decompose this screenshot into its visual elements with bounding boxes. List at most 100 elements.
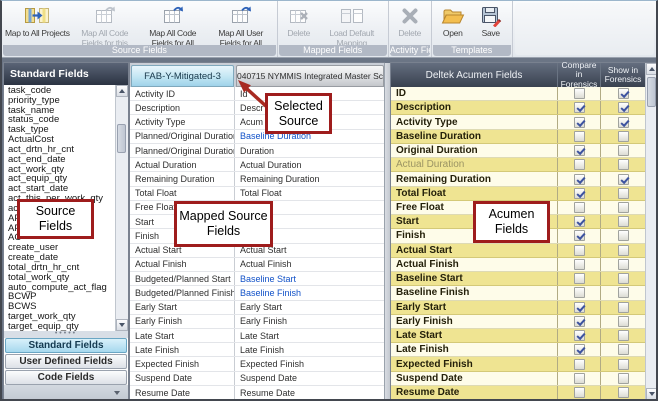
show-checkbox[interactable] <box>618 102 629 113</box>
compare-checkbox[interactable] <box>574 216 585 227</box>
show-checkbox[interactable] <box>618 330 629 341</box>
mapped-source-field-cell[interactable]: Planned/Original Duration <box>130 144 235 157</box>
show-checkbox[interactable] <box>618 174 629 185</box>
show-checkbox[interactable] <box>618 159 629 170</box>
map-user-fields-all-button[interactable]: Map All User Fields for All Projects <box>207 2 275 48</box>
mapped-source-field-cell-2[interactable]: Total Float <box>235 187 384 200</box>
mapped-source-field-cell-2[interactable]: Baseline Finish <box>235 286 384 299</box>
show-checkbox[interactable] <box>618 131 629 142</box>
mapped-source-field-cell[interactable]: Budgeted/Planned Start <box>130 272 235 285</box>
mapped-source-field-cell-2[interactable]: Baseline Start <box>235 272 384 285</box>
compare-checkbox[interactable] <box>574 88 585 99</box>
show-checkbox[interactable] <box>618 273 629 284</box>
show-checkbox[interactable] <box>618 359 629 370</box>
compare-checkbox[interactable] <box>574 145 585 156</box>
compare-checkbox[interactable] <box>574 302 585 313</box>
mapped-source-field-cell[interactable]: Remaining Duration <box>130 172 235 185</box>
mapped-source-field-cell[interactable]: Total Float <box>130 187 235 200</box>
mapped-source-field-cell-2[interactable]: Actual Duration <box>235 158 384 171</box>
compare-checkbox[interactable] <box>574 273 585 284</box>
panel-splitter-handle[interactable]: ••••• <box>4 331 128 338</box>
show-checkbox[interactable] <box>618 387 629 398</box>
mapped-source-field-cell-2[interactable]: Resume Date <box>235 386 384 399</box>
acumen-grid-scrollbar[interactable] <box>645 63 658 400</box>
vertical-splitter[interactable] <box>384 63 391 400</box>
acumen-field-name: Early Finish <box>391 315 557 328</box>
mapped-source-field-cell[interactable]: Expected Finish <box>130 357 235 370</box>
compare-checkbox[interactable] <box>574 202 585 213</box>
sidebar-tab-user-defined-fields[interactable]: User Defined Fields <box>5 354 127 369</box>
compare-checkbox[interactable] <box>574 373 585 384</box>
show-checkbox[interactable] <box>618 145 629 156</box>
mapped-source-field-cell-2[interactable]: Remaining Duration <box>235 172 384 185</box>
compare-checkbox[interactable] <box>574 387 585 398</box>
mapped-source-field-cell[interactable]: Late Finish <box>130 343 235 356</box>
show-checkbox[interactable] <box>618 88 629 99</box>
compare-checkbox[interactable] <box>574 117 585 128</box>
compare-checkbox[interactable] <box>574 230 585 241</box>
chevron-down-icon[interactable] <box>114 391 120 395</box>
compare-checkbox[interactable] <box>574 316 585 327</box>
compare-checkbox[interactable] <box>574 159 585 170</box>
mapped-source-field-cell[interactable]: Early Finish <box>130 315 235 328</box>
map-code-fields-all-button[interactable]: Map All Code Fields for All Projects <box>139 2 207 48</box>
mapped-source-field-cell-2[interactable]: Duration <box>235 144 384 157</box>
mapped-source-field-cell-2[interactable]: Late Start <box>235 329 384 342</box>
source-list-scrollbar[interactable] <box>115 85 128 331</box>
map-to-all-projects-button[interactable]: Map to All Projects <box>4 2 71 39</box>
mapped-source-field-cell-2[interactable]: Expected Finish <box>235 357 384 370</box>
compare-checkbox[interactable] <box>574 287 585 298</box>
compare-checkbox[interactable] <box>574 344 585 355</box>
mapped-source-field-cell-2[interactable]: Early Finish <box>235 315 384 328</box>
mapped-source-field-cell[interactable]: Description <box>130 101 235 114</box>
mapped-source-field-cell[interactable]: Activity Type <box>130 115 235 128</box>
mapped-source-field-cell[interactable]: Early Start <box>130 301 235 314</box>
show-checkbox[interactable] <box>618 230 629 241</box>
scroll-down-arrow-icon[interactable] <box>646 388 658 400</box>
mapped-source-field-cell[interactable]: Planned/Original Duration <box>130 130 235 143</box>
show-checkbox[interactable] <box>618 202 629 213</box>
mapped-source-field-cell[interactable]: Actual Finish <box>130 258 235 271</box>
scroll-up-arrow-icon[interactable] <box>646 63 658 75</box>
save-template-button[interactable]: Save <box>472 2 510 39</box>
scroll-up-arrow-icon[interactable] <box>116 85 128 97</box>
show-checkbox[interactable] <box>618 344 629 355</box>
compare-checkbox[interactable] <box>574 131 585 142</box>
acumen-field-name: Suspend Date <box>391 372 557 385</box>
mapped-source-field-cell-2[interactable]: Suspend Date <box>235 372 384 385</box>
mapped-source-field-cell[interactable]: Resume Date <box>130 386 235 399</box>
compare-checkbox[interactable] <box>574 359 585 370</box>
mapped-source-field-cell-2[interactable]: Actual Finish <box>235 258 384 271</box>
show-checkbox[interactable] <box>618 373 629 384</box>
tab-selected-source-project[interactable]: FAB-Y-Mitigated-3 <box>131 65 234 87</box>
show-checkbox[interactable] <box>618 316 629 327</box>
sidebar-tab-code-fields[interactable]: Code Fields <box>5 370 127 385</box>
show-checkbox[interactable] <box>618 117 629 128</box>
show-checkbox[interactable] <box>618 216 629 227</box>
tab-other-source-project[interactable]: 040715 NYMMIS Integrated Master Schedule <box>236 65 384 87</box>
mapped-source-field-cell-2[interactable]: Late Finish <box>235 343 384 356</box>
scrollbar-thumb[interactable] <box>117 124 126 153</box>
compare-checkbox[interactable] <box>574 188 585 199</box>
compare-checkbox[interactable] <box>574 245 585 256</box>
show-checkbox[interactable] <box>618 245 629 256</box>
mapped-source-field-cell-2[interactable]: Early Start <box>235 301 384 314</box>
compare-checkbox[interactable] <box>574 259 585 270</box>
open-template-button[interactable]: Open <box>434 2 472 39</box>
scroll-down-arrow-icon[interactable] <box>116 319 128 331</box>
scrollbar-thumb[interactable] <box>647 77 656 107</box>
mapped-source-field-cell[interactable]: Actual Duration <box>130 158 235 171</box>
show-checkbox[interactable] <box>618 188 629 199</box>
show-checkbox[interactable] <box>618 259 629 270</box>
mapped-source-field-cell[interactable]: Activity ID <box>130 87 235 100</box>
mapped-source-field-cell[interactable]: Late Start <box>130 329 235 342</box>
compare-checkbox[interactable] <box>574 174 585 185</box>
show-checkbox[interactable] <box>618 302 629 313</box>
compare-checkbox[interactable] <box>574 102 585 113</box>
mapped-source-field-cell[interactable]: Suspend Date <box>130 372 235 385</box>
compare-checkbox[interactable] <box>574 330 585 341</box>
sidebar-tab-standard-fields[interactable]: Standard Fields <box>5 338 127 353</box>
show-checkbox[interactable] <box>618 287 629 298</box>
mapped-source-field-cell[interactable]: Budgeted/Planned Finish <box>130 286 235 299</box>
acumen-field-name: Early Start <box>391 301 557 314</box>
